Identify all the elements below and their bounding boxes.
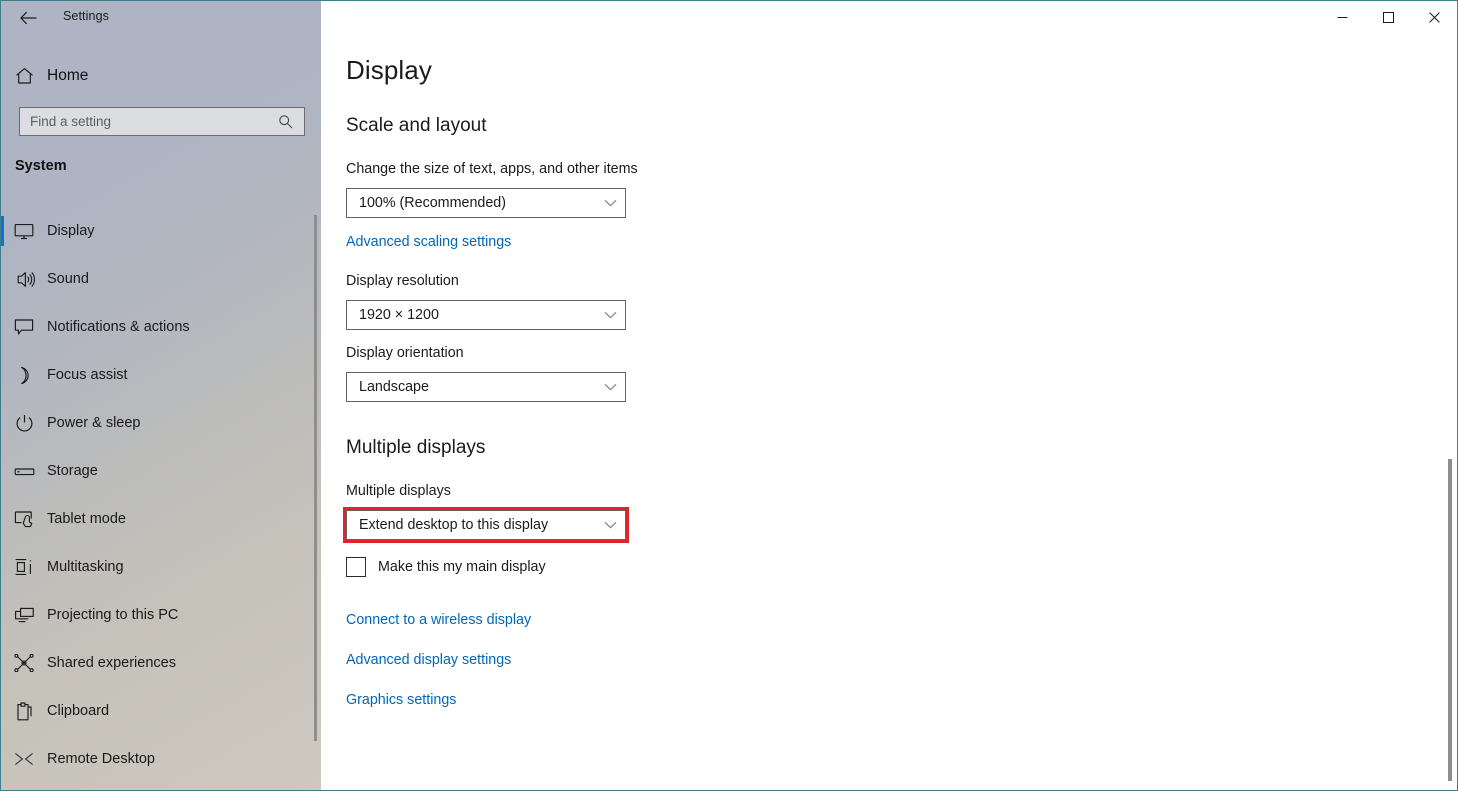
sidebar-item-home[interactable]: Home [1,59,321,93]
advanced-scaling-settings-link[interactable]: Advanced scaling settings [346,234,511,250]
sidebar-scrollbar[interactable] [313,189,318,751]
multitasking-icon [1,543,47,591]
section-heading-scale-and-layout: Scale and layout [346,115,487,136]
sidebar-item-storage[interactable]: Storage [1,447,321,495]
resolution-label: Display resolution [346,273,459,289]
chevron-down-icon [595,311,625,319]
remote-desktop-icon [1,735,47,783]
sidebar-nav-list: Display Sound Notifications & actions Fo… [1,207,321,783]
scale-dropdown[interactable]: 100% (Recommended) [346,188,626,218]
sidebar-item-tablet-mode[interactable]: Tablet mode [1,495,321,543]
main-content: Display Scale and layout Change the size… [321,1,1457,790]
sidebar-item-sound[interactable]: Sound [1,255,321,303]
minimize-button[interactable] [1319,1,1365,33]
sidebar-item-shared-experiences[interactable]: Shared experiences [1,639,321,687]
moon-icon [1,351,47,399]
sidebar-item-multitasking[interactable]: Multitasking [1,543,321,591]
sidebar-item-label: Focus assist [47,367,128,383]
connect-wireless-display-link[interactable]: Connect to a wireless display [346,612,531,628]
chevron-down-icon [595,199,625,207]
selected-indicator [1,216,4,246]
section-heading-multiple-displays: Multiple displays [346,437,486,458]
make-main-display-label: Make this my main display [378,559,546,575]
sidebar-item-label: Clipboard [47,703,110,719]
search-box[interactable] [19,107,305,136]
sidebar-item-label: Display [47,223,95,239]
chevron-down-icon [595,521,625,529]
notification-icon [1,303,47,351]
sidebar-item-label: Tablet mode [47,511,126,527]
selected-indicator [1,552,4,582]
app-title: Settings [63,9,109,23]
sidebar-item-label: Power & sleep [47,415,141,431]
scale-dropdown-value: 100% (Recommended) [359,195,507,211]
sidebar-item-focus-assist[interactable]: Focus assist [1,351,321,399]
selected-indicator [1,264,4,294]
sidebar-scrollbar-thumb[interactable] [314,215,317,741]
sidebar-item-clipboard[interactable]: Clipboard [1,687,321,735]
sidebar-item-label: Multitasking [47,559,124,575]
tablet-icon [1,495,47,543]
sidebar-item-label-home: Home [47,67,89,84]
sidebar-item-notifications[interactable]: Notifications & actions [1,303,321,351]
titlebar-left: Settings [1,1,321,33]
sidebar-item-remote-desktop[interactable]: Remote Desktop [1,735,321,783]
sidebar-item-label: Projecting to this PC [47,607,179,623]
selected-indicator [1,504,4,534]
advanced-display-settings-link[interactable]: Advanced display settings [346,652,511,668]
maximize-button[interactable] [1365,1,1411,33]
selected-indicator [1,600,4,630]
sidebar-item-label: Storage [47,463,98,479]
search-icon[interactable] [270,108,300,135]
selected-indicator [1,744,4,774]
graphics-settings-link[interactable]: Graphics settings [346,692,456,708]
make-main-display-checkbox[interactable] [346,557,366,577]
resolution-dropdown[interactable]: 1920 × 1200 [346,300,626,330]
sidebar-item-label: Sound [47,271,89,287]
back-arrow-icon [19,11,37,25]
sidebar-item-power-sleep[interactable]: Power & sleep [1,399,321,447]
search-input[interactable] [20,108,270,135]
selected-indicator [1,456,4,486]
back-button[interactable] [11,4,45,32]
selected-indicator [1,312,4,342]
main-scrollbar[interactable] [1447,41,1454,786]
speaker-icon [1,255,47,303]
projecting-icon [1,591,47,639]
sidebar-item-label: Notifications & actions [47,319,190,335]
multiple-displays-label: Multiple displays [346,483,451,499]
sidebar-item-label: Shared experiences [47,655,176,671]
make-main-display-row[interactable]: Make this my main display [346,557,546,577]
sidebar: Settings Home System [1,1,321,790]
sidebar-item-projecting[interactable]: Projecting to this PC [1,591,321,639]
sidebar-item-display[interactable]: Display [1,207,321,255]
close-button[interactable] [1411,1,1457,33]
multiple-displays-dropdown[interactable]: Extend desktop to this display [346,510,626,540]
home-icon [1,67,47,85]
resolution-dropdown-value: 1920 × 1200 [359,307,439,323]
sidebar-item-label: Remote Desktop [47,751,155,767]
power-icon [1,399,47,447]
scale-label: Change the size of text, apps, and other… [346,161,638,177]
selected-indicator [1,360,4,390]
page-title: Display [346,55,432,85]
selected-indicator [1,696,4,726]
sidebar-category-label: System [15,158,67,174]
share-nodes-icon [1,639,47,687]
monitor-icon [1,207,47,255]
storage-icon [1,447,47,495]
main-scrollbar-thumb[interactable] [1448,459,1452,781]
orientation-label: Display orientation [346,345,464,361]
multiple-displays-dropdown-value: Extend desktop to this display [359,517,549,533]
orientation-dropdown[interactable]: Landscape [346,372,626,402]
clipboard-icon [1,687,47,735]
chevron-down-icon [595,383,625,391]
settings-window: Settings Home System [0,0,1458,791]
selected-indicator [1,408,4,438]
selected-indicator [1,648,4,678]
window-controls [1319,1,1457,33]
orientation-dropdown-value: Landscape [359,379,429,395]
